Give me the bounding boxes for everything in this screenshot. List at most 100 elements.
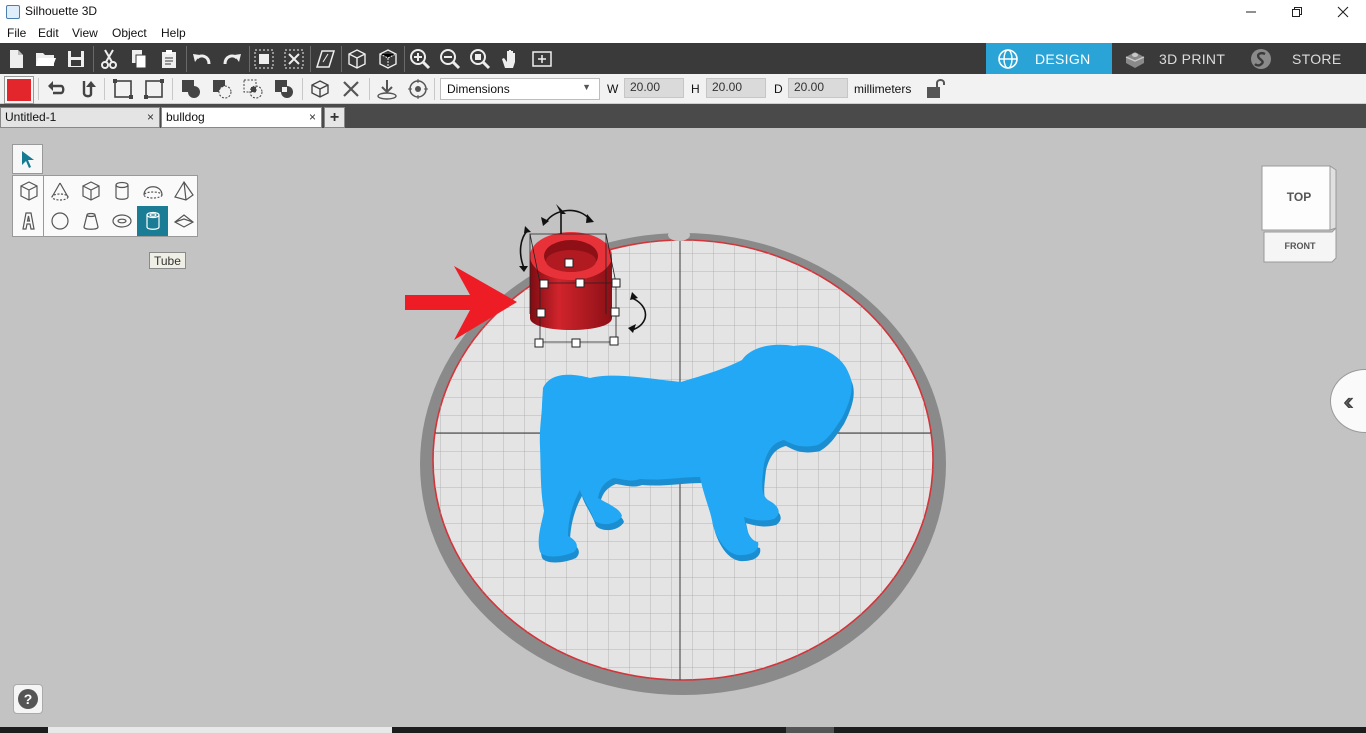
shape-text-button[interactable] [13,206,44,236]
viewcube-front-label[interactable]: FRONT [1285,241,1316,251]
object-color-swatch[interactable] [4,76,34,104]
paste-icon [162,50,176,68]
weld-icon [182,80,200,98]
rotate-flip-horizontal-icon [48,81,65,95]
tab-store[interactable]: STORE [1248,43,1366,74]
tab-3d-print[interactable]: 3D PRINT [1112,43,1232,74]
shape-wedge-button[interactable] [168,206,199,236]
paste-button[interactable] [156,46,182,72]
tab-close-icon[interactable]: × [147,110,154,124]
distribute-button[interactable] [141,76,167,102]
union-button[interactable] [178,76,204,102]
shape-half-sphere-button[interactable] [137,176,168,206]
design-canvas[interactable] [0,128,1366,727]
width-input[interactable]: 20.00 [624,78,684,98]
shape-cylinder-button[interactable] [106,176,137,206]
open-button[interactable] [33,46,59,72]
close-button[interactable] [1320,0,1366,24]
shape-cube-button[interactable] [13,176,44,206]
printer-icon [1125,51,1145,68]
pan-button[interactable] [497,46,523,72]
menu-object[interactable]: Object [112,26,147,40]
tab-untitled-1[interactable]: Untitled-1 × [0,107,160,128]
subtract-icon [213,80,232,99]
shape-sphere-button[interactable] [44,206,75,236]
save-icon [68,51,84,67]
drop-to-floor-button[interactable] [374,76,400,102]
toolbar-divider [310,46,311,72]
save-button[interactable] [63,46,89,72]
perspective-button[interactable] [312,46,338,72]
shape-palette [12,175,198,237]
tube-icon [145,211,160,230]
minimize-icon [1246,11,1256,13]
dimension-mode-select[interactable]: Dimensions ▼ [440,78,600,100]
exclude-button[interactable] [271,76,297,102]
box-view-button[interactable] [344,46,370,72]
new-file-button[interactable] [3,46,29,72]
shape-cone-button[interactable] [44,176,75,206]
fit-window-button[interactable] [529,46,555,72]
zoom-out-button[interactable] [437,46,463,72]
minimize-button[interactable] [1228,0,1274,24]
unlock-icon [927,79,945,98]
tab-bulldog-label: bulldog [166,110,205,124]
cut-button[interactable] [96,46,122,72]
taskbar-segment [48,727,392,733]
select-tool-button[interactable] [12,144,43,174]
menu-help[interactable]: Help [161,26,186,40]
globe-icon [998,48,1018,69]
truncated-cone-icon [82,212,99,230]
help-button[interactable]: ? [13,684,43,714]
menu-view[interactable]: View [72,26,98,40]
zoom-in-button[interactable] [407,46,433,72]
view-cube[interactable]: TOP FRONT [1260,164,1340,268]
silhouette-s-icon [1251,48,1271,69]
toolbar-divider [434,78,435,100]
group-button[interactable] [251,46,277,72]
shape-pyramid-button[interactable] [168,176,199,206]
tab-close-icon[interactable]: × [309,110,316,124]
document-tab-bar: Untitled-1 × bulldog × + [0,104,1366,128]
delete-button[interactable] [338,76,364,102]
intersect-button[interactable] [240,76,266,102]
wire-box-button[interactable] [375,46,401,72]
subtract-button[interactable] [209,76,235,102]
add-tab-button[interactable]: + [324,107,345,128]
restore-button[interactable] [1274,0,1320,24]
viewcube-top-label[interactable]: TOP [1287,190,1311,204]
undo-button[interactable] [189,46,215,72]
copy-button[interactable] [126,46,152,72]
shape-torus-button[interactable] [106,206,137,236]
toolbar-divider [104,78,105,100]
center-button[interactable] [405,76,431,102]
intersect-icon [243,79,263,99]
app-title: Silhouette 3D [25,4,98,18]
cone-icon [50,182,69,201]
height-input[interactable]: 20.00 [706,78,766,98]
zoom-fit-button[interactable] [467,46,493,72]
title-bar: Silhouette 3D [0,0,1366,24]
hollow-button[interactable] [307,76,333,102]
menu-file[interactable]: File [7,26,26,40]
ungroup-icon [284,49,304,69]
aspect-lock-button[interactable] [922,76,948,102]
shape-tube-button[interactable] [137,206,168,236]
fit-window-icon [532,51,552,67]
rotate-left-button[interactable] [43,76,69,102]
depth-input[interactable]: 20.00 [788,78,848,98]
pyramid-icon [173,180,194,201]
shape-truncated-cone-button[interactable] [75,206,106,236]
toolbar-divider [404,46,405,72]
menu-edit[interactable]: Edit [38,26,59,40]
tab-bulldog[interactable]: bulldog × [161,107,322,128]
align-button[interactable] [110,76,136,102]
shape-box-button[interactable] [75,176,106,206]
rotate-right-button[interactable] [74,76,100,102]
box-view-icon [348,49,366,69]
ungroup-button[interactable] [281,46,307,72]
copy-icon [132,50,147,69]
redo-button[interactable] [219,46,245,72]
tab-design[interactable]: DESIGN [986,43,1112,74]
toolbar-divider [249,46,250,72]
